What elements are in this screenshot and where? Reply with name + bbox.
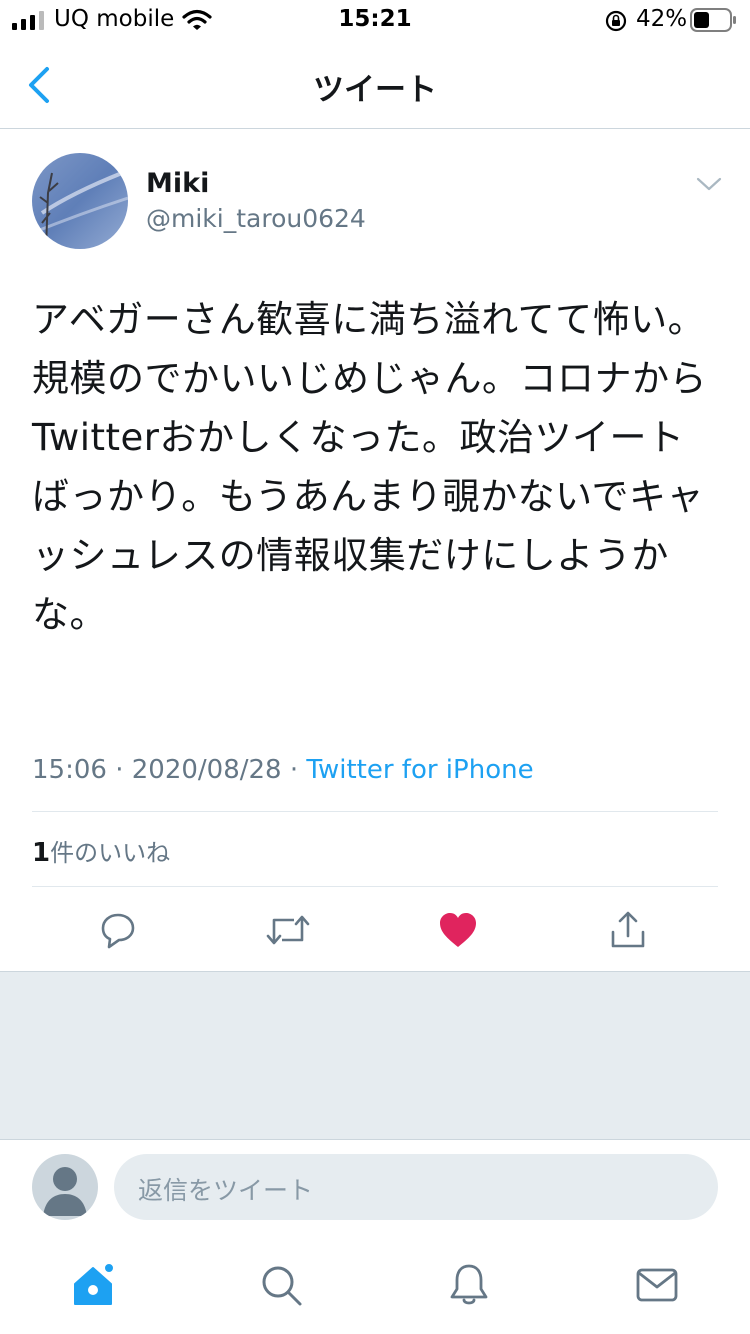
home-icon — [74, 1262, 115, 1305]
notifications-icon — [450, 1264, 488, 1305]
reply-button[interactable] — [94, 906, 142, 954]
battery-percent: 42% — [636, 6, 688, 32]
tweet-date: 2020/08/28 — [131, 755, 282, 785]
nav-bar: ツイート — [0, 42, 750, 129]
search-icon — [262, 1266, 302, 1306]
battery-icon — [690, 8, 736, 32]
separator: · — [115, 755, 124, 785]
user-avatar[interactable] — [32, 1154, 98, 1220]
status-bar: UQ mobile 15:21 42% — [0, 0, 750, 42]
tab-search[interactable] — [258, 1262, 304, 1308]
likes-count: 1 — [32, 838, 51, 868]
empty-replies-area — [0, 971, 750, 1140]
avatar[interactable] — [32, 153, 128, 249]
tab-home[interactable] — [72, 1262, 118, 1308]
default-avatar-icon — [43, 1167, 87, 1216]
messages-icon — [636, 1268, 678, 1302]
like-icon — [440, 913, 476, 947]
author-handle[interactable]: @miki_tarou0624 — [146, 204, 366, 233]
likes-label: 件のいいね — [50, 839, 171, 867]
retweet-icon — [266, 915, 310, 945]
share-icon — [611, 911, 645, 948]
tweet-source-link[interactable]: Twitter for iPhone — [306, 755, 533, 785]
chevron-down-icon[interactable] — [696, 174, 722, 194]
reply-placeholder: 返信をツイート — [138, 1176, 314, 1205]
divider — [32, 886, 718, 887]
retweet-button[interactable] — [264, 906, 312, 954]
tab-notifications[interactable] — [446, 1262, 492, 1308]
rotation-lock-icon — [605, 10, 627, 32]
author-name[interactable]: Miki — [146, 168, 209, 199]
tab-messages[interactable] — [634, 1262, 680, 1308]
reply-icon — [101, 913, 135, 949]
likes-summary[interactable]: 1件のいいね — [32, 833, 170, 868]
page-title: ツイート — [313, 72, 437, 108]
tweet-text: アベガーさん歓喜に満ち溢れてて怖い。 規模のでかいいじめじゃん。コロナからTwi… — [32, 298, 707, 636]
share-button[interactable] — [604, 906, 652, 954]
tweet-meta: 15:06 · 2020/08/28 · Twitter for iPhone — [32, 755, 534, 785]
tweet-time: 15:06 — [32, 755, 107, 785]
separator: · — [289, 755, 299, 785]
divider — [32, 811, 718, 812]
reply-input[interactable]: 返信をツイート — [114, 1154, 718, 1220]
like-button[interactable] — [434, 906, 482, 954]
